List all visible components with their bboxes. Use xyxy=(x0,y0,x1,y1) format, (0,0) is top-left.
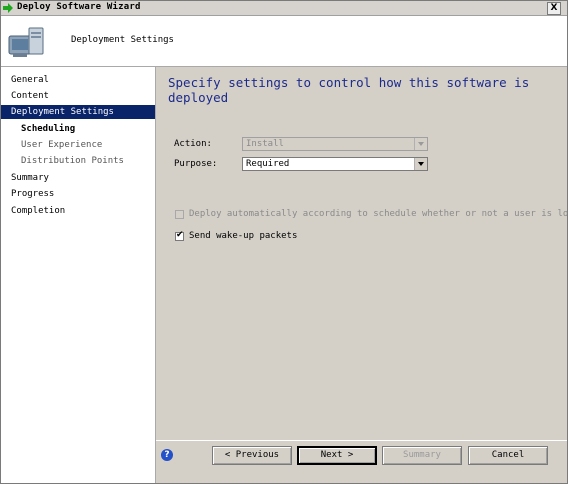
cancel-button[interactable]: Cancel xyxy=(468,446,548,465)
window-title: Deploy Software Wizard xyxy=(17,2,141,12)
sidebar-item-user-experience[interactable]: User Experience xyxy=(1,138,155,152)
purpose-value: Required xyxy=(246,159,290,169)
checkmark-icon: ✔ xyxy=(176,230,184,240)
sidebar-item-scheduling[interactable]: Scheduling xyxy=(1,122,155,136)
action-label: Action: xyxy=(174,139,212,149)
purpose-label: Purpose: xyxy=(174,159,218,169)
sidebar-item-deployment-settings[interactable]: Deployment Settings xyxy=(1,105,155,119)
chevron-down-icon xyxy=(414,138,427,150)
sidebar-item-progress[interactable]: Progress xyxy=(1,187,155,201)
deploy-automatically-label: Deploy automatically according to schedu… xyxy=(189,209,568,219)
purpose-dropdown[interactable]: Required xyxy=(242,157,428,171)
action-value: Install xyxy=(246,139,284,149)
help-icon[interactable]: ? xyxy=(161,449,173,461)
computer-monitor-icon xyxy=(8,27,44,57)
wizard-header: Deployment Settings xyxy=(1,16,567,67)
sidebar-item-general[interactable]: General xyxy=(1,73,155,87)
page-heading: Specify settings to control how this sof… xyxy=(168,75,530,105)
deploy-automatically-checkbox[interactable] xyxy=(175,210,184,219)
summary-button[interactable]: Summary xyxy=(382,446,462,465)
chevron-down-icon xyxy=(414,158,427,170)
wizard-footer: ? < Previous Next > Summary Cancel xyxy=(156,440,567,483)
wizard-sidebar: General Content Deployment Settings Sche… xyxy=(1,67,156,483)
wizard-window: Deploy Software Wizard X Deployment Sett… xyxy=(0,0,568,484)
action-dropdown[interactable]: Install xyxy=(242,137,428,151)
wake-up-packets-checkbox[interactable]: ✔ xyxy=(175,230,184,241)
sidebar-item-distribution-points[interactable]: Distribution Points xyxy=(1,154,155,168)
content-panel: Specify settings to control how this sof… xyxy=(156,67,567,440)
wake-up-packets-label: Send wake-up packets xyxy=(189,231,298,241)
header-title: Deployment Settings xyxy=(71,35,174,45)
sidebar-item-completion[interactable]: Completion xyxy=(1,204,155,218)
previous-button[interactable]: < Previous xyxy=(212,446,292,465)
sidebar-item-summary[interactable]: Summary xyxy=(1,171,155,185)
next-button[interactable]: Next > xyxy=(297,446,377,465)
green-arrow-icon xyxy=(3,3,13,13)
title-bar: Deploy Software Wizard X xyxy=(1,1,567,16)
sidebar-item-content[interactable]: Content xyxy=(1,89,155,103)
close-button[interactable]: X xyxy=(547,2,561,15)
